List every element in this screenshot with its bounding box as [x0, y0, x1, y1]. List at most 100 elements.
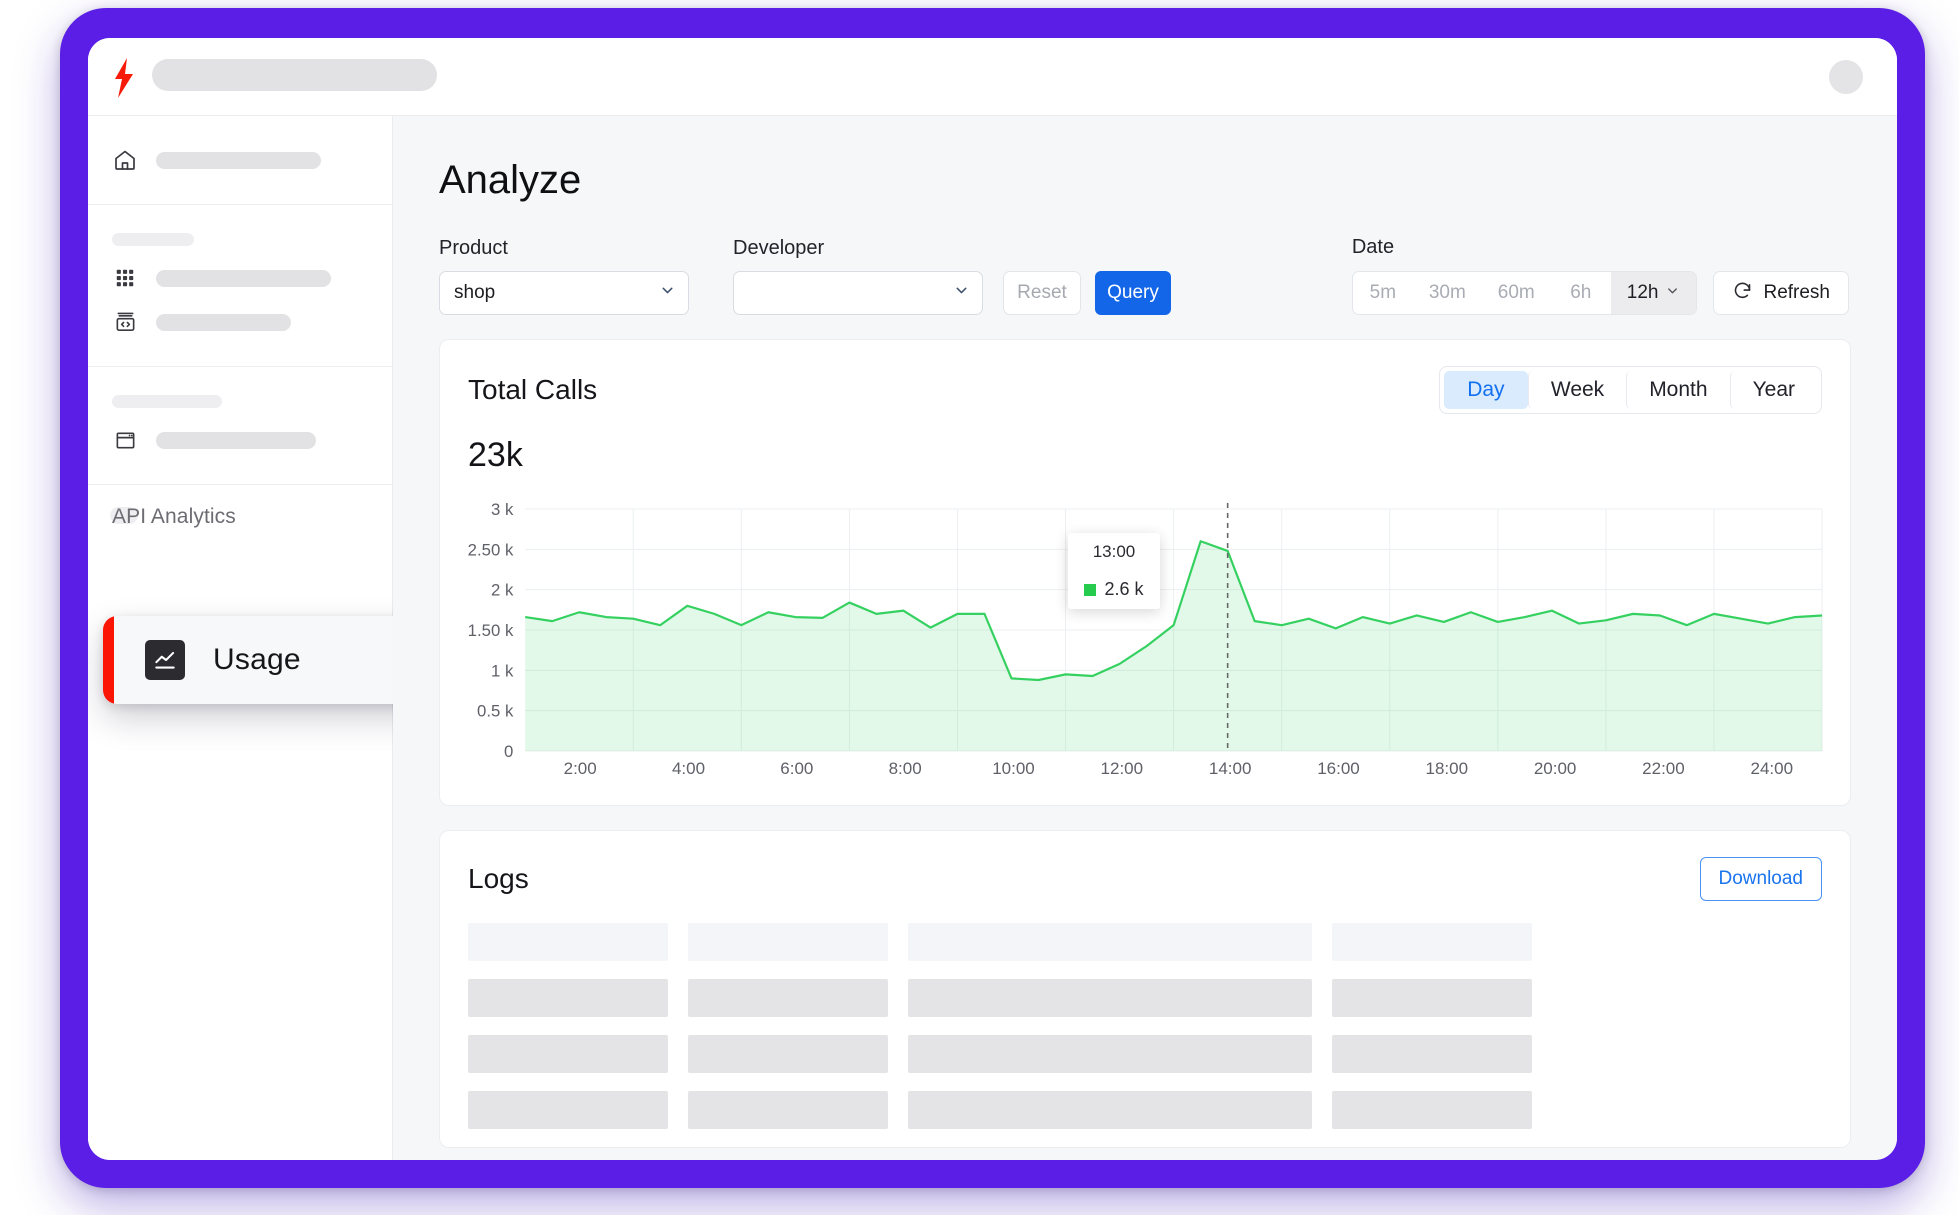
- tooltip-time: 13:00: [1080, 542, 1148, 562]
- range-12h-selected[interactable]: 12h: [1611, 272, 1697, 314]
- tab-year[interactable]: Year: [1730, 371, 1817, 409]
- x-axis-tick: 22:00: [1609, 759, 1717, 779]
- tab-day[interactable]: Day: [1444, 371, 1528, 409]
- browser-window-icon: [112, 427, 138, 453]
- refresh-label: Refresh: [1763, 282, 1830, 304]
- chevron-down-icon: [659, 282, 676, 305]
- chevron-down-icon: [953, 282, 970, 305]
- screenshot-root: API Analytics Usage Analyze: [0, 0, 1959, 1215]
- chart-tooltip: 13:00 2.6 k: [1068, 533, 1160, 609]
- chevron-down-icon: [1665, 282, 1680, 304]
- lightning-bolt-icon: [111, 58, 137, 98]
- avatar[interactable]: [1829, 60, 1863, 94]
- main-content: Analyze Product shop Developer: [393, 116, 1897, 1160]
- sidebar-section-api-analytics: API Analytics: [88, 485, 392, 529]
- svg-text:0: 0: [504, 742, 513, 759]
- svg-text:0.5 k: 0.5 k: [477, 702, 514, 721]
- total-calls-value: 23k: [440, 414, 1850, 475]
- code-box-icon: [112, 309, 138, 335]
- x-axis-tick: 16:00: [1284, 759, 1392, 779]
- table-cell: [688, 1035, 888, 1073]
- home-icon: [112, 147, 138, 173]
- refresh-icon: [1732, 280, 1753, 307]
- table-row: [468, 1091, 1822, 1129]
- x-axis-tick: 6:00: [743, 759, 851, 779]
- developer-label: Developer: [733, 237, 983, 260]
- chart-x-axis: 2:004:006:008:0010:0012:0014:0016:0018:0…: [464, 759, 1826, 779]
- tab-month[interactable]: Month: [1626, 371, 1729, 409]
- sidebar-section-caption-2: [112, 395, 222, 408]
- product-field: Product shop: [439, 237, 689, 315]
- x-axis-tick: 12:00: [1068, 759, 1176, 779]
- product-label: Product: [439, 237, 689, 260]
- x-axis-tick: 8:00: [851, 759, 959, 779]
- logs-table-skeleton: [440, 901, 1850, 1129]
- topbar-title-skeleton: [152, 59, 437, 91]
- product-select[interactable]: shop: [439, 271, 689, 315]
- table-cell: [1332, 1091, 1532, 1129]
- sidebar-section-label: API Analytics: [112, 505, 392, 529]
- usage-accent-bar: [103, 616, 114, 704]
- table-cell: [688, 979, 888, 1017]
- date-range-buttons: 5m 30m 60m 6h 12h: [1352, 271, 1698, 315]
- table-cell: [688, 1091, 888, 1129]
- range-60m[interactable]: 60m: [1482, 272, 1551, 314]
- tooltip-series-row: 2.6 k: [1080, 579, 1148, 600]
- filter-bar: Product shop Developer: [439, 237, 1867, 315]
- line-chart-icon: [145, 640, 185, 680]
- total-calls-title: Total Calls: [468, 374, 597, 406]
- svg-text:3 k: 3 k: [491, 500, 514, 519]
- table-header-row: [468, 923, 1822, 961]
- sidebar-item-code[interactable]: [88, 300, 392, 344]
- sidebar-item-home[interactable]: [88, 138, 392, 182]
- total-calls-chart[interactable]: 3 k2.50 k2 k1.50 k1 k0.5 k0 13:00 2.6 k: [464, 499, 1826, 759]
- query-button[interactable]: Query: [1095, 271, 1171, 315]
- tab-week[interactable]: Week: [1528, 371, 1626, 409]
- sidebar-item-window[interactable]: [88, 418, 392, 462]
- table-cell: [468, 1091, 668, 1129]
- top-bar: [88, 38, 1897, 116]
- sidebar-section-caption-1: [112, 233, 194, 246]
- table-cell: [1332, 1035, 1532, 1073]
- refresh-button[interactable]: Refresh: [1713, 271, 1849, 315]
- developer-select[interactable]: [733, 271, 983, 315]
- x-axis-tick: 4:00: [634, 759, 742, 779]
- tooltip-value: 2.6 k: [1104, 579, 1143, 600]
- range-5m[interactable]: 5m: [1353, 272, 1413, 314]
- sidebar-item-window-skeleton: [156, 432, 316, 449]
- table-cell: [468, 1035, 668, 1073]
- period-tabs: Day Week Month Year: [1439, 366, 1822, 414]
- table-header-cell: [468, 923, 668, 961]
- svg-text:1 k: 1 k: [491, 661, 514, 680]
- app-window: API Analytics Usage Analyze: [88, 38, 1897, 1160]
- page-title: Analyze: [439, 158, 1867, 203]
- x-axis-tick: 10:00: [959, 759, 1067, 779]
- sidebar-section-build: [88, 205, 392, 367]
- developer-field: Developer: [733, 237, 983, 315]
- table-header-cell: [688, 923, 888, 961]
- download-button[interactable]: Download: [1700, 857, 1823, 901]
- logs-card: Logs Download: [439, 830, 1851, 1148]
- sidebar-section-manage: [88, 367, 392, 485]
- sidebar-section-main: [88, 116, 392, 205]
- grid-apps-icon: [112, 265, 138, 291]
- range-30m[interactable]: 30m: [1413, 272, 1482, 314]
- table-cell: [1332, 979, 1532, 1017]
- sidebar-item-code-skeleton: [156, 314, 291, 331]
- svg-text:2.50 k: 2.50 k: [468, 540, 514, 559]
- sidebar-item-apps-skeleton: [156, 270, 331, 287]
- table-row: [468, 979, 1822, 1017]
- logs-header: Logs Download: [440, 831, 1850, 901]
- sidebar-item-home-skeleton: [156, 152, 321, 169]
- range-12h-label: 12h: [1627, 282, 1659, 304]
- table-header-cell: [1332, 923, 1532, 961]
- table-row: [468, 1035, 1822, 1073]
- reset-button[interactable]: Reset: [1003, 271, 1081, 315]
- total-calls-header: Total Calls Day Week Month Year: [440, 340, 1850, 414]
- range-6h[interactable]: 6h: [1551, 272, 1611, 314]
- table-header-cell: [908, 923, 1312, 961]
- table-cell: [468, 979, 668, 1017]
- sidebar-item-apps[interactable]: [88, 256, 392, 300]
- usage-label: Usage: [213, 643, 301, 677]
- total-calls-card: Total Calls Day Week Month Year 23k 3 k 2…: [439, 339, 1851, 806]
